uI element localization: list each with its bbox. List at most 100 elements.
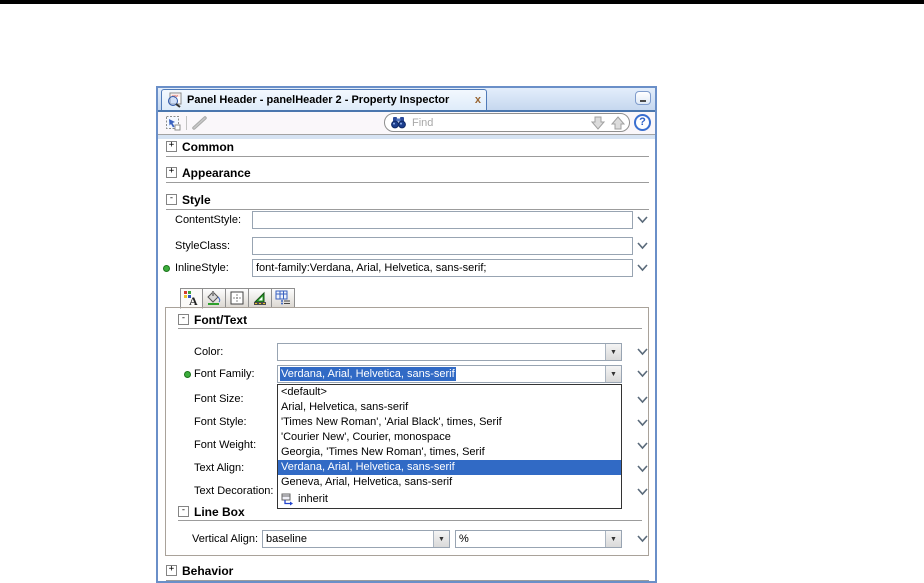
property-menu-chevron[interactable] bbox=[636, 487, 649, 497]
vertical-align-unit-combobox[interactable]: % ▼ bbox=[455, 530, 622, 548]
contentstyle-label: ContentStyle: bbox=[175, 214, 242, 226]
subsection-header-font-text[interactable]: - Font/Text bbox=[178, 313, 642, 329]
property-menu-chevron[interactable] bbox=[636, 395, 649, 405]
binoculars-icon bbox=[391, 117, 406, 129]
expand-icon[interactable]: + bbox=[166, 141, 177, 152]
tab-classes[interactable] bbox=[272, 288, 295, 308]
font-family-value: Verdana, Arial, Helvetica, sans-serif bbox=[280, 367, 456, 381]
classes-tab-icon bbox=[275, 290, 290, 305]
section-label: Behavior bbox=[182, 564, 234, 578]
contentstyle-input[interactable] bbox=[252, 211, 633, 229]
property-menu-chevron[interactable] bbox=[636, 464, 649, 474]
tab-font-text[interactable]: A bbox=[180, 288, 203, 309]
dropdown-option[interactable]: Georgia, 'Times New Roman', times, Serif bbox=[278, 445, 621, 460]
property-inspector-window: xyz Panel Header - panelHeader 2 - Prope… bbox=[156, 86, 657, 583]
property-menu-chevron[interactable] bbox=[636, 534, 649, 544]
dropdown-arrow-icon[interactable]: ▼ bbox=[433, 531, 449, 547]
color-combobox[interactable]: ▼ bbox=[277, 343, 622, 361]
styleclass-input[interactable] bbox=[252, 237, 633, 255]
tab-background[interactable] bbox=[203, 288, 226, 308]
dropdown-option[interactable]: <default> bbox=[278, 385, 621, 400]
expand-icon[interactable]: + bbox=[166, 565, 177, 576]
vertical-align-value: baseline bbox=[266, 533, 307, 545]
dropdown-option[interactable]: Arial, Helvetica, sans-serif bbox=[278, 400, 621, 415]
section-label: Common bbox=[182, 140, 234, 154]
dropdown-arrow-icon[interactable]: ▼ bbox=[605, 344, 621, 360]
styleclass-label: StyleClass: bbox=[175, 240, 231, 252]
inherit-label: inherit bbox=[298, 492, 328, 505]
property-menu-chevron[interactable] bbox=[636, 263, 649, 273]
collapse-icon[interactable]: - bbox=[178, 506, 189, 517]
property-menu-chevron[interactable] bbox=[636, 347, 649, 357]
dropdown-option[interactable]: Geneva, Arial, Helvetica, sans-serif bbox=[278, 475, 621, 490]
dropdown-arrow-icon[interactable]: ▼ bbox=[605, 531, 621, 547]
dropdown-option[interactable]: 'Times New Roman', 'Arial Black', times,… bbox=[278, 415, 621, 430]
pencil-icon bbox=[192, 116, 207, 130]
property-menu-chevron[interactable] bbox=[636, 215, 649, 225]
section-label: Style bbox=[182, 193, 211, 207]
vertical-align-combobox[interactable]: baseline ▼ bbox=[262, 530, 450, 548]
toolbar-accent-strip bbox=[158, 135, 655, 139]
find-next-icon[interactable] bbox=[591, 116, 605, 130]
property-menu-chevron[interactable] bbox=[636, 369, 649, 379]
bind-mode-button[interactable] bbox=[164, 114, 182, 132]
dropdown-arrow-icon[interactable]: ▼ bbox=[605, 366, 621, 382]
dropdown-option-selected[interactable]: Verdana, Arial, Helvetica, sans-serif bbox=[278, 460, 621, 475]
tab-box[interactable] bbox=[226, 288, 249, 308]
paint-bucket-tab-icon bbox=[207, 291, 221, 305]
tab-layout[interactable] bbox=[249, 288, 272, 308]
minimize-button[interactable] bbox=[635, 91, 651, 105]
find-input[interactable]: Find bbox=[384, 113, 630, 132]
subsection-label: Line Box bbox=[194, 505, 245, 519]
property-menu-chevron[interactable] bbox=[636, 418, 649, 428]
dropdown-option[interactable]: 'Courier New', Courier, monospace bbox=[278, 430, 621, 445]
font-family-dropdown-list: <default> Arial, Helvetica, sans-serif '… bbox=[277, 384, 622, 509]
toolbar: Find ? bbox=[158, 112, 655, 135]
subsection-label: Font/Text bbox=[194, 313, 248, 327]
find-previous-icon[interactable] bbox=[611, 115, 625, 130]
font-size-label: Font Size: bbox=[194, 393, 244, 405]
inlinestyle-label: InlineStyle: bbox=[175, 262, 229, 274]
top-frame-edge bbox=[0, 0, 924, 4]
font-weight-label: Font Weight: bbox=[194, 439, 257, 451]
font-family-label: Font Family: bbox=[194, 368, 255, 380]
font-family-combobox[interactable]: Verdana, Arial, Helvetica, sans-serif ▼ bbox=[277, 365, 622, 383]
text-align-label: Text Align: bbox=[194, 462, 245, 474]
section-header-common[interactable]: + Common bbox=[166, 140, 649, 157]
property-inspector-tab[interactable]: xyz Panel Header - panelHeader 2 - Prope… bbox=[161, 89, 487, 110]
close-icon[interactable]: x bbox=[475, 95, 481, 106]
expand-icon[interactable]: + bbox=[166, 167, 177, 178]
window-title: Panel Header - panelHeader 2 - Property … bbox=[187, 94, 450, 106]
help-icon[interactable]: ? bbox=[634, 114, 651, 131]
property-menu-chevron[interactable] bbox=[636, 241, 649, 251]
font-style-label: Font Style: bbox=[194, 416, 247, 428]
collapse-icon[interactable]: - bbox=[166, 194, 177, 205]
section-header-behavior[interactable]: + Behavior bbox=[166, 564, 649, 581]
titlebar: xyz Panel Header - panelHeader 2 - Prope… bbox=[158, 88, 655, 112]
find-placeholder: Find bbox=[412, 116, 434, 129]
color-label: Color: bbox=[194, 346, 224, 358]
vertical-align-label: Vertical Align: bbox=[192, 533, 259, 545]
minimize-icon bbox=[640, 100, 646, 102]
inlinestyle-input[interactable] bbox=[252, 259, 633, 277]
vertical-align-unit-value: % bbox=[459, 533, 469, 545]
section-header-appearance[interactable]: + Appearance bbox=[166, 166, 649, 183]
modified-indicator bbox=[184, 371, 191, 378]
text-decoration-label: Text Decoration: bbox=[194, 485, 274, 497]
toolbar-separator bbox=[186, 116, 187, 130]
edit-property-button[interactable] bbox=[191, 114, 209, 132]
property-inspector-icon: xyz bbox=[168, 92, 182, 108]
svg-text:A: A bbox=[189, 294, 198, 307]
inherit-icon bbox=[281, 493, 293, 505]
dropdown-option-inherit[interactable]: inherit bbox=[278, 490, 621, 508]
collapse-icon[interactable]: - bbox=[178, 314, 189, 325]
font-text-tab-icon: A bbox=[183, 290, 198, 307]
layout-tab-icon bbox=[253, 291, 266, 305]
select-mode-icon bbox=[166, 116, 181, 131]
property-menu-chevron[interactable] bbox=[636, 441, 649, 451]
section-header-style[interactable]: - Style bbox=[166, 193, 649, 210]
box-tab-icon bbox=[230, 291, 244, 305]
style-category-tabs: A bbox=[180, 288, 295, 309]
modified-indicator bbox=[163, 265, 170, 272]
section-label: Appearance bbox=[182, 166, 251, 180]
